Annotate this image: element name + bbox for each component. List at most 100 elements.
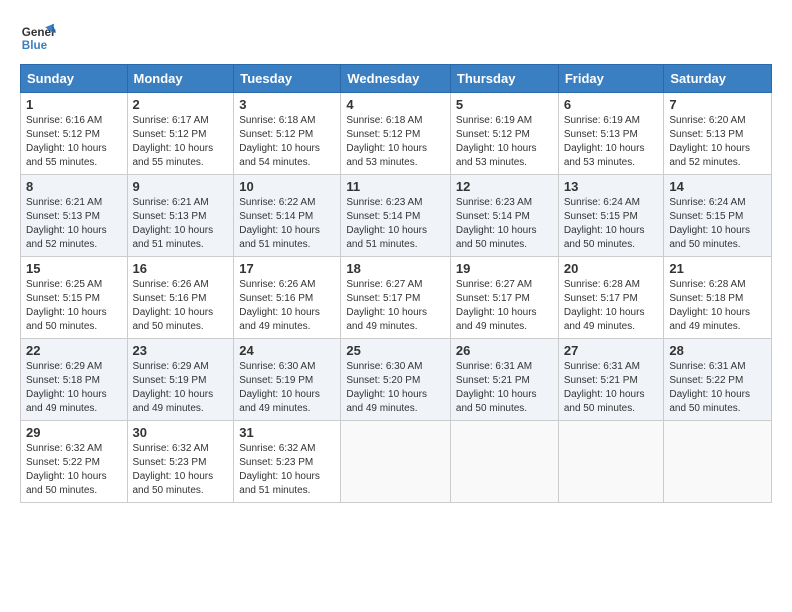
day-number: 29 — [26, 425, 122, 440]
day-number: 10 — [239, 179, 335, 194]
weekday-header-saturday: Saturday — [664, 65, 772, 93]
day-number: 1 — [26, 97, 122, 112]
calendar-cell: 17 Sunrise: 6:26 AM Sunset: 5:16 PM Dayli… — [234, 257, 341, 339]
calendar-cell: 16 Sunrise: 6:26 AM Sunset: 5:16 PM Dayli… — [127, 257, 234, 339]
weekday-header-row: SundayMondayTuesdayWednesdayThursdayFrid… — [21, 65, 772, 93]
week-row-2: 8 Sunrise: 6:21 AM Sunset: 5:13 PM Daylig… — [21, 175, 772, 257]
day-info: Sunrise: 6:28 AM Sunset: 5:17 PM Dayligh… — [564, 278, 659, 334]
week-row-1: 1 Sunrise: 6:16 AM Sunset: 5:12 PM Daylig… — [21, 93, 772, 175]
calendar-cell: 14Sunrise: 6:24 AM Sunset: 5:15 PM Dayli… — [664, 175, 772, 257]
calendar-cell: 30 Sunrise: 6:32 AM Sunset: 5:23 PM Dayli… — [127, 421, 234, 503]
day-number: 25 — [346, 343, 445, 358]
weekday-header-monday: Monday — [127, 65, 234, 93]
day-info: Sunrise: 6:32 AM Sunset: 5:23 PM Dayligh… — [133, 442, 229, 498]
day-info: Sunrise: 6:32 AM Sunset: 5:23 PM Dayligh… — [239, 442, 335, 498]
weekday-header-tuesday: Tuesday — [234, 65, 341, 93]
day-info: Sunrise: 6:26 AM Sunset: 5:16 PM Dayligh… — [133, 278, 229, 334]
day-number: 4 — [346, 97, 445, 112]
calendar-cell: 20 Sunrise: 6:28 AM Sunset: 5:17 PM Dayli… — [558, 257, 664, 339]
day-number: 22 — [26, 343, 122, 358]
day-info: Sunrise: 6:17 AM Sunset: 5:12 PM Dayligh… — [133, 114, 229, 170]
day-info: Sunrise: 6:30 AM Sunset: 5:20 PM Dayligh… — [346, 360, 445, 416]
calendar-cell — [450, 421, 558, 503]
calendar-cell: 8 Sunrise: 6:21 AM Sunset: 5:13 PM Daylig… — [21, 175, 128, 257]
day-info: Sunrise: 6:25 AM Sunset: 5:15 PM Dayligh… — [26, 278, 122, 334]
calendar-cell: 24 Sunrise: 6:30 AM Sunset: 5:19 PM Dayli… — [234, 339, 341, 421]
day-number: 7 — [669, 97, 766, 112]
day-number: 28 — [669, 343, 766, 358]
day-info: Sunrise: 6:31 AM Sunset: 5:21 PM Dayligh… — [564, 360, 659, 416]
day-info: Sunrise: 6:29 AM Sunset: 5:18 PM Dayligh… — [26, 360, 122, 416]
day-info: Sunrise: 6:28 AM Sunset: 5:18 PM Dayligh… — [669, 278, 766, 334]
calendar-cell: 21 Sunrise: 6:28 AM Sunset: 5:18 PM Dayli… — [664, 257, 772, 339]
day-info: Sunrise: 6:30 AM Sunset: 5:19 PM Dayligh… — [239, 360, 335, 416]
calendar-cell: 3 Sunrise: 6:18 AM Sunset: 5:12 PM Daylig… — [234, 93, 341, 175]
day-info: Sunrise: 6:23 AM Sunset: 5:14 PM Dayligh… — [346, 196, 445, 252]
weekday-header-sunday: Sunday — [21, 65, 128, 93]
calendar-cell: 7 Sunrise: 6:20 AM Sunset: 5:13 PM Daylig… — [664, 93, 772, 175]
day-info: Sunrise: 6:18 AM Sunset: 5:12 PM Dayligh… — [239, 114, 335, 170]
day-info: Sunrise: 6:21 AM Sunset: 5:13 PM Dayligh… — [26, 196, 122, 252]
day-info: Sunrise: 6:23 AM Sunset: 5:14 PM Dayligh… — [456, 196, 553, 252]
calendar-cell: 1 Sunrise: 6:16 AM Sunset: 5:12 PM Daylig… — [21, 93, 128, 175]
week-row-5: 29Sunrise: 6:32 AM Sunset: 5:22 PM Dayli… — [21, 421, 772, 503]
day-number: 21 — [669, 261, 766, 276]
day-info: Sunrise: 6:31 AM Sunset: 5:21 PM Dayligh… — [456, 360, 553, 416]
day-info: Sunrise: 6:24 AM Sunset: 5:15 PM Dayligh… — [564, 196, 659, 252]
day-number: 31 — [239, 425, 335, 440]
svg-text:Blue: Blue — [22, 39, 48, 52]
calendar-cell: 6 Sunrise: 6:19 AM Sunset: 5:13 PM Daylig… — [558, 93, 664, 175]
calendar-cell: 2 Sunrise: 6:17 AM Sunset: 5:12 PM Daylig… — [127, 93, 234, 175]
day-info: Sunrise: 6:19 AM Sunset: 5:13 PM Dayligh… — [564, 114, 659, 170]
week-row-4: 22 Sunrise: 6:29 AM Sunset: 5:18 PM Dayli… — [21, 339, 772, 421]
logo-area: General Blue — [20, 20, 60, 56]
day-number: 19 — [456, 261, 553, 276]
week-row-3: 15 Sunrise: 6:25 AM Sunset: 5:15 PM Dayli… — [21, 257, 772, 339]
calendar-cell: 22 Sunrise: 6:29 AM Sunset: 5:18 PM Dayli… — [21, 339, 128, 421]
day-number: 2 — [133, 97, 229, 112]
calendar-cell: 25 Sunrise: 6:30 AM Sunset: 5:20 PM Dayli… — [341, 339, 451, 421]
day-number: 8 — [26, 179, 122, 194]
calendar-cell — [341, 421, 451, 503]
day-info: Sunrise: 6:26 AM Sunset: 5:16 PM Dayligh… — [239, 278, 335, 334]
calendar-cell: 9Sunrise: 6:21 AM Sunset: 5:13 PM Daylig… — [127, 175, 234, 257]
day-number: 6 — [564, 97, 659, 112]
calendar-cell: 11 Sunrise: 6:23 AM Sunset: 5:14 PM Dayli… — [341, 175, 451, 257]
calendar-cell: 18Sunrise: 6:27 AM Sunset: 5:17 PM Dayli… — [341, 257, 451, 339]
day-number: 23 — [133, 343, 229, 358]
calendar-cell: 29Sunrise: 6:32 AM Sunset: 5:22 PM Dayli… — [21, 421, 128, 503]
calendar-table: SundayMondayTuesdayWednesdayThursdayFrid… — [20, 64, 772, 503]
day-info: Sunrise: 6:16 AM Sunset: 5:12 PM Dayligh… — [26, 114, 122, 170]
day-number: 17 — [239, 261, 335, 276]
calendar-body: 1 Sunrise: 6:16 AM Sunset: 5:12 PM Daylig… — [21, 93, 772, 503]
calendar-cell: 31 Sunrise: 6:32 AM Sunset: 5:23 PM Dayli… — [234, 421, 341, 503]
day-number: 16 — [133, 261, 229, 276]
calendar-cell — [664, 421, 772, 503]
weekday-header-wednesday: Wednesday — [341, 65, 451, 93]
day-number: 27 — [564, 343, 659, 358]
calendar-cell: 15 Sunrise: 6:25 AM Sunset: 5:15 PM Dayli… — [21, 257, 128, 339]
calendar-cell — [558, 421, 664, 503]
calendar-cell: 4 Sunrise: 6:18 AM Sunset: 5:12 PM Daylig… — [341, 93, 451, 175]
day-info: Sunrise: 6:20 AM Sunset: 5:13 PM Dayligh… — [669, 114, 766, 170]
calendar-cell: 28Sunrise: 6:31 AM Sunset: 5:22 PM Dayli… — [664, 339, 772, 421]
calendar-cell: 13 Sunrise: 6:24 AM Sunset: 5:15 PM Dayli… — [558, 175, 664, 257]
calendar-cell: 12 Sunrise: 6:23 AM Sunset: 5:14 PM Dayli… — [450, 175, 558, 257]
day-number: 13 — [564, 179, 659, 194]
day-info: Sunrise: 6:19 AM Sunset: 5:12 PM Dayligh… — [456, 114, 553, 170]
general-blue-logo-icon: General Blue — [20, 20, 56, 56]
calendar-cell: 19Sunrise: 6:27 AM Sunset: 5:17 PM Dayli… — [450, 257, 558, 339]
day-number: 20 — [564, 261, 659, 276]
day-number: 15 — [26, 261, 122, 276]
day-number: 9 — [133, 179, 229, 194]
day-info: Sunrise: 6:18 AM Sunset: 5:12 PM Dayligh… — [346, 114, 445, 170]
day-number: 24 — [239, 343, 335, 358]
day-number: 3 — [239, 97, 335, 112]
day-number: 26 — [456, 343, 553, 358]
day-number: 30 — [133, 425, 229, 440]
calendar-cell: 27 Sunrise: 6:31 AM Sunset: 5:21 PM Dayli… — [558, 339, 664, 421]
calendar-cell: 26 Sunrise: 6:31 AM Sunset: 5:21 PM Dayli… — [450, 339, 558, 421]
day-number: 12 — [456, 179, 553, 194]
day-info: Sunrise: 6:24 AM Sunset: 5:15 PM Dayligh… — [669, 196, 766, 252]
day-number: 11 — [346, 179, 445, 194]
